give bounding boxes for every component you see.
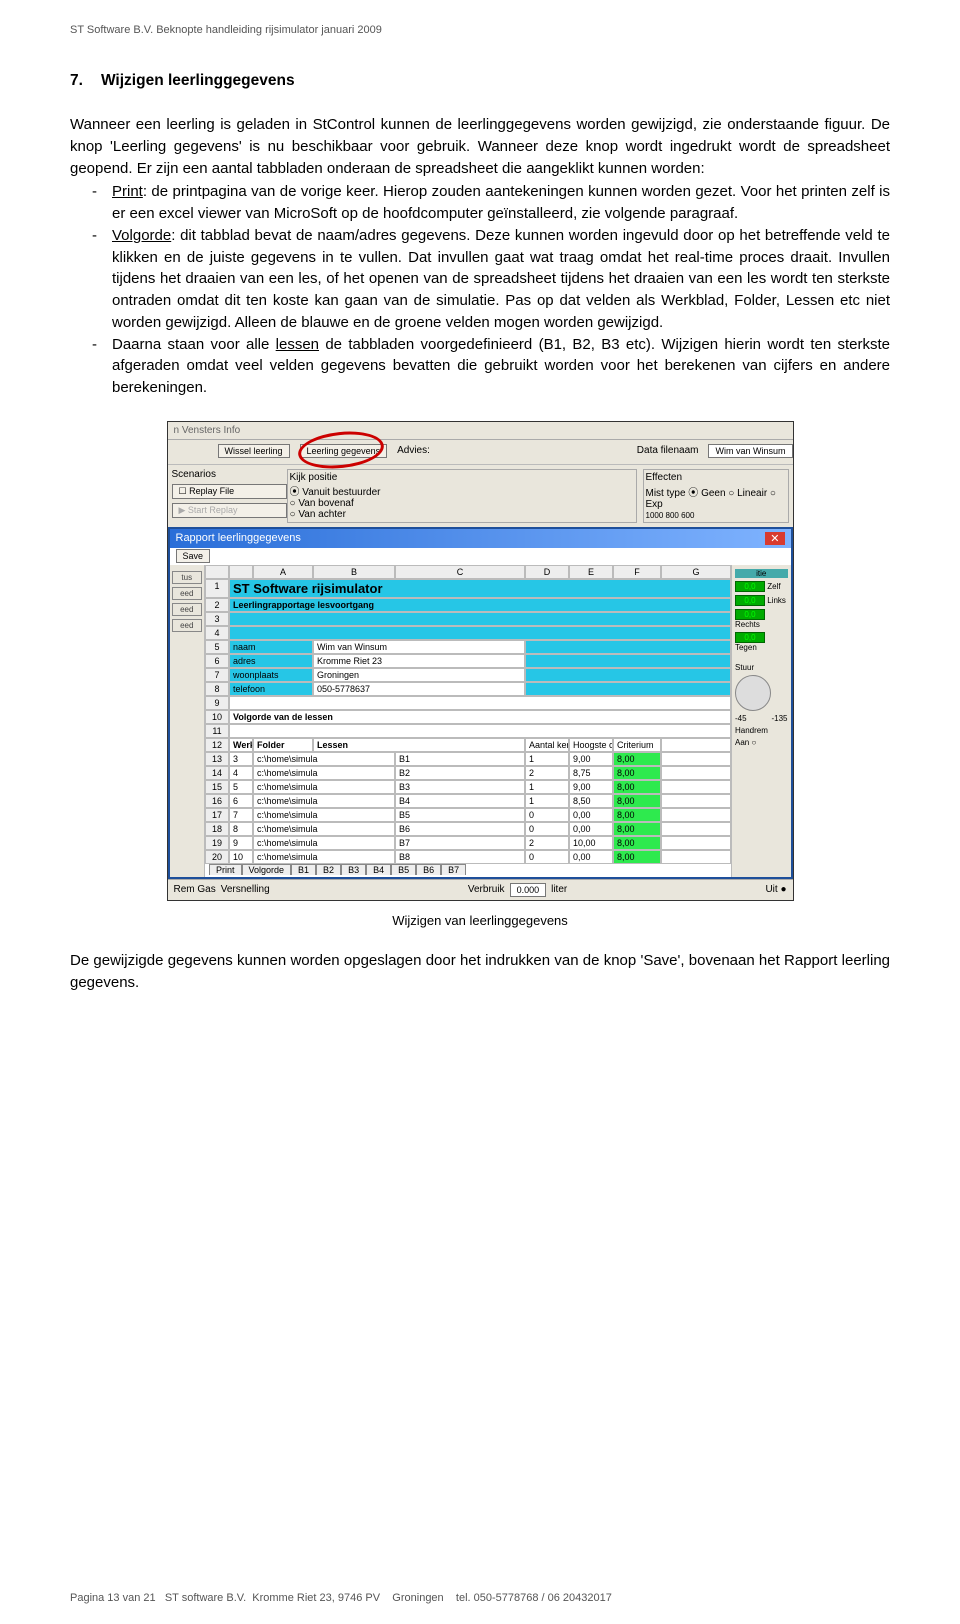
rside-stuur-lbl: Stuur	[735, 663, 788, 672]
doc-footer: Pagina 13 van 21 ST software B.V. Kromme…	[70, 1592, 612, 1604]
bullet-print: Print: de printpagina van de vorige keer…	[70, 181, 890, 225]
rside-itle: itie	[735, 569, 788, 578]
mock-radio-bovenaf: Van bovenaf	[290, 498, 634, 509]
mock-label-advies: Advies:	[397, 445, 430, 456]
tab-b4: B4	[366, 864, 391, 875]
tab-b2: B2	[316, 864, 341, 875]
mock-foot-liter: liter	[551, 884, 567, 895]
mock-btn-save: Save	[176, 549, 211, 563]
sidestrip-eed2: eed	[172, 603, 202, 616]
mock-menu: n Vensters Info	[174, 425, 241, 436]
bullet-lessen: Daarna staan voor alle lessen de tabblad…	[70, 334, 890, 399]
tab-print: Print	[209, 864, 242, 875]
body-text: Wanneer een leerling is geladen in StCon…	[70, 114, 890, 399]
mock-foot-gas: Rem Gas	[174, 884, 216, 895]
section-title: 7. Wijzigen leerlinggegevens	[70, 72, 890, 90]
tab-b6: B6	[416, 864, 441, 875]
sidestrip-tus: tus	[172, 571, 202, 584]
mock-eff-vals: 1000 800 600	[646, 511, 786, 520]
rside-zelf: 0,0	[735, 581, 765, 592]
sidestrip-eed1: eed	[172, 587, 202, 600]
mock-dialog: Rapport leerlinggegevens ✕ Save tus eed …	[168, 527, 793, 879]
mock-foot-vers: Versnelling	[221, 884, 270, 895]
rside-aan: Aan ○	[735, 738, 788, 747]
dial-icon	[735, 675, 771, 711]
rside-links: 0,0	[735, 595, 765, 606]
tab-volgorde: Volgorde	[242, 864, 292, 875]
rside-tegen: 0,0	[735, 632, 765, 643]
rside-handrem: Handrem	[735, 726, 788, 735]
figure-caption: Wijzigen van leerlinggegevens	[70, 913, 890, 928]
mock-dialog-title: Rapport leerlinggegevens	[176, 532, 301, 545]
mock-lbl-kijk: Kijk positie	[290, 472, 634, 483]
mock-radio-achter: Van achter	[290, 509, 634, 520]
tab-b3: B3	[341, 864, 366, 875]
mock-lbl-mist: Mist type ⦿ Geen ○ Lineair ○ Exp	[646, 484, 786, 510]
sidestrip-eed3: eed	[172, 619, 202, 632]
mock-field-dfn: Wim van Winsum	[708, 444, 792, 458]
mock-lbl-scen: Scenarios	[172, 469, 287, 480]
mock-foot-uit: Uit ●	[765, 884, 786, 895]
section-number: 7.	[70, 72, 83, 89]
embedded-screenshot: n Vensters Info Wissel leerling Leerling…	[167, 421, 794, 901]
section-heading: Wijzigen leerlinggegevens	[101, 72, 295, 89]
rside-rechts: 0,0	[735, 609, 765, 620]
mock-btn-replay: ☐ Replay File	[172, 484, 287, 499]
tab-b7: B7	[441, 864, 466, 875]
tab-b1: B1	[291, 864, 316, 875]
mock-label-dfn: Data filenaam	[637, 445, 699, 456]
mock-radio-bestuurder: Vanuit bestuurder	[290, 483, 634, 498]
mock-lbl-eff: Effecten	[646, 472, 786, 483]
mock-btn-wissel: Wissel leerling	[218, 444, 290, 458]
close-icon: ✕	[765, 532, 784, 545]
para-outro: De gewijzigde gegevens kunnen worden opg…	[70, 950, 890, 994]
mock-btn-start: ▶ Start Replay	[172, 503, 287, 518]
tab-b5: B5	[391, 864, 416, 875]
doc-header: ST Software B.V. Beknopte handleiding ri…	[70, 24, 890, 36]
bullet-volgorde: Volgorde: dit tabblad bevat de naam/adre…	[70, 225, 890, 334]
para-1: Wanneer een leerling is geladen in StCon…	[70, 114, 890, 179]
mock-foot-verbruik: Verbruik	[468, 884, 505, 895]
mock-foot-val: 0.000	[510, 883, 547, 897]
